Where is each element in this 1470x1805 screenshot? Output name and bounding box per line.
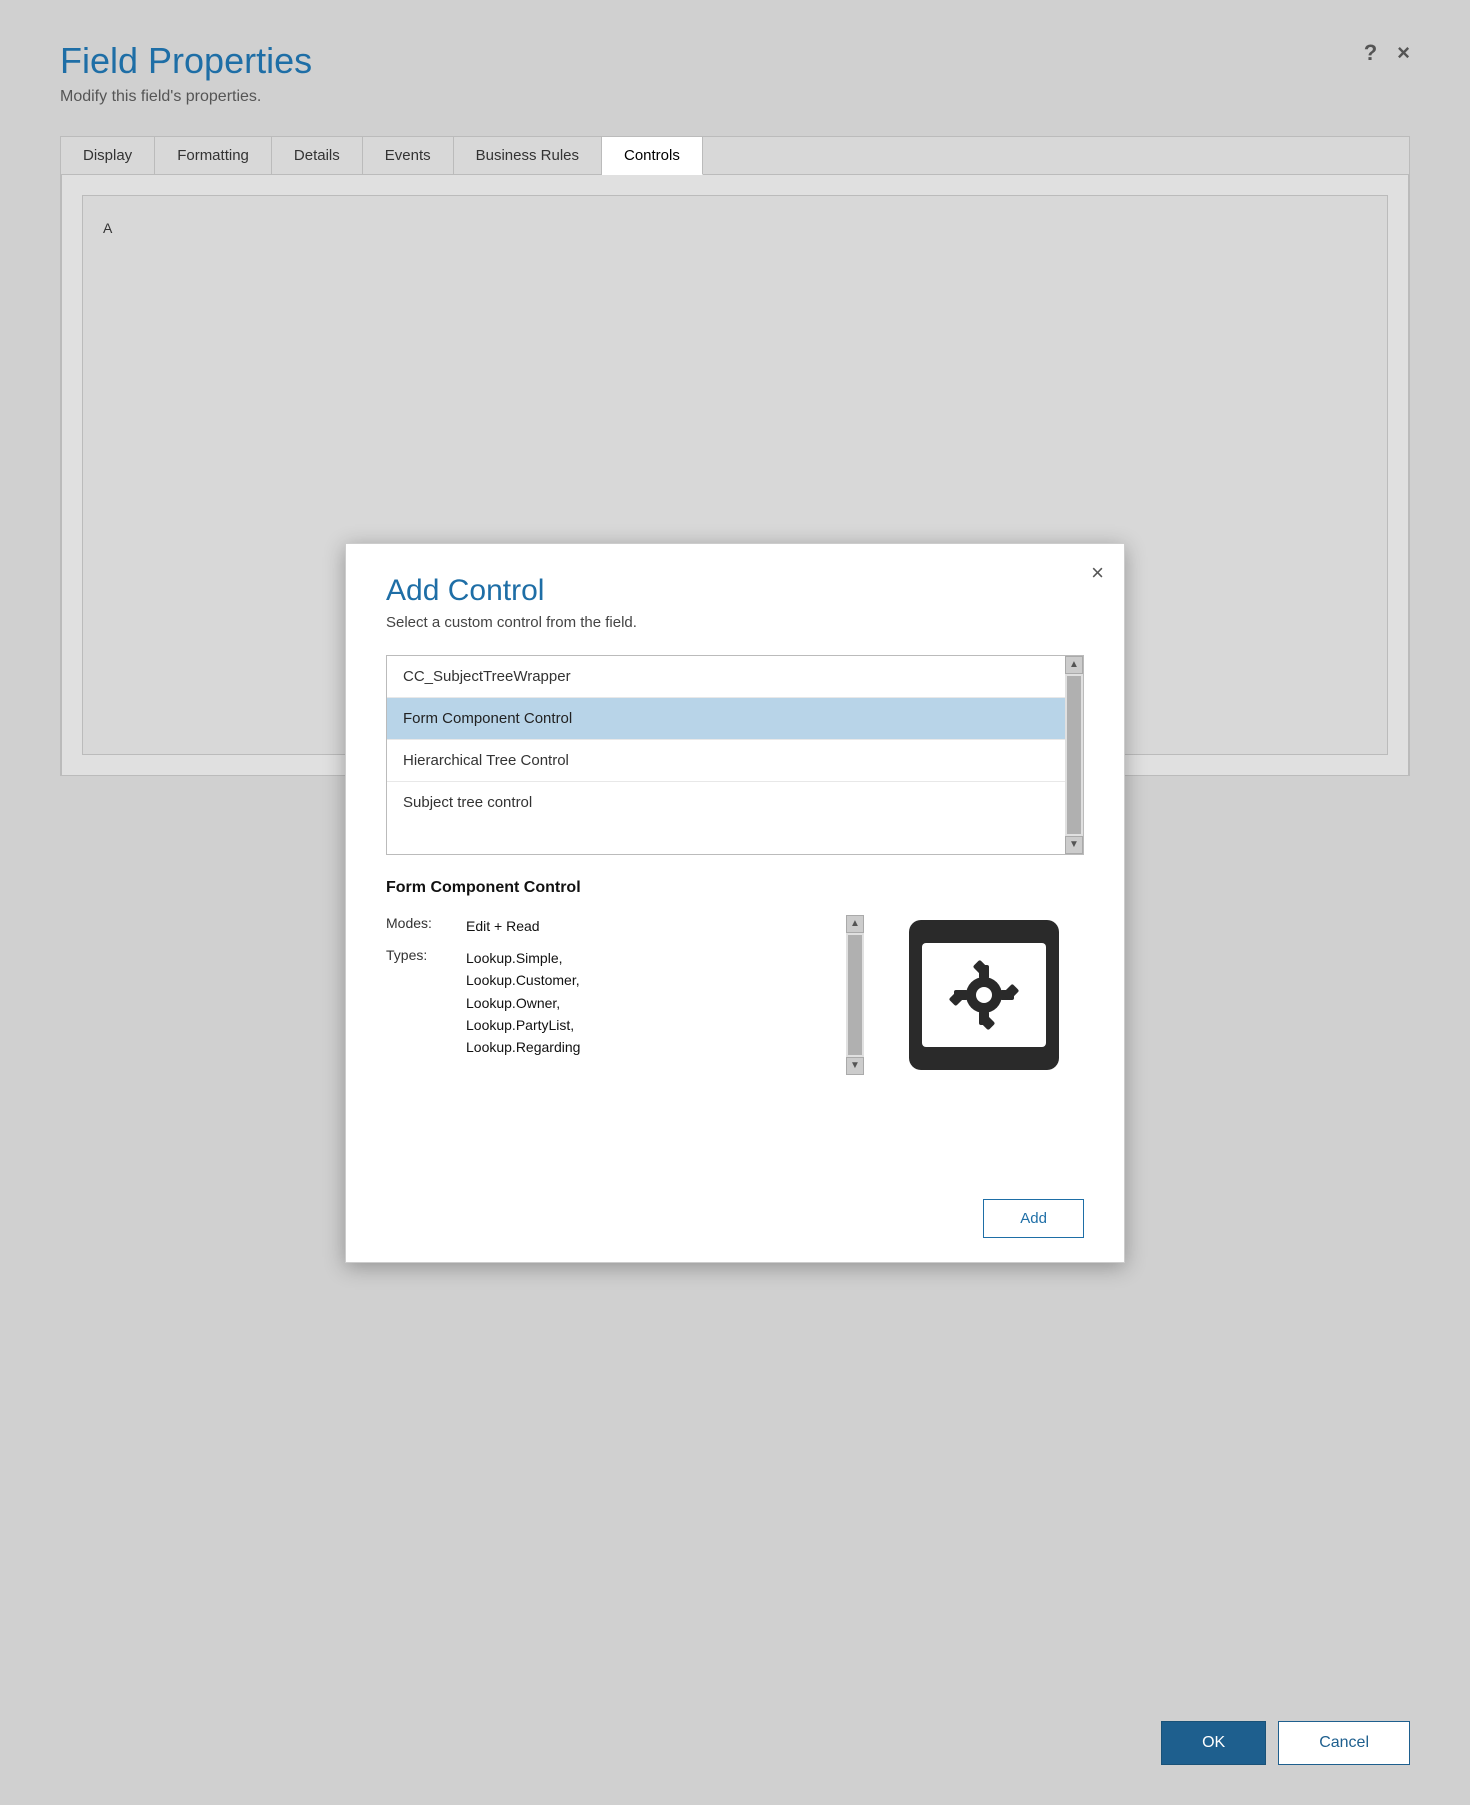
modes-row: Modes: Edit + Read [386, 915, 804, 937]
detail-rows: Modes: Edit + Read Types: Lookup.Simple,… [386, 915, 804, 1059]
types-row: Types: Lookup.Simple,Lookup.Customer,Loo… [386, 947, 804, 1059]
list-scrollbar[interactable]: ▲ ▼ [1065, 656, 1083, 854]
modal-overlay: × Add Control Select a custom control fr… [0, 0, 1470, 1805]
detail-scrollbar[interactable]: ▲ ▼ [846, 915, 864, 1075]
page-container: Field Properties Modify this field's pro… [0, 0, 1470, 1805]
list-item-selected[interactable]: Form Component Control [387, 698, 1083, 740]
modes-label: Modes: [386, 915, 466, 937]
list-item[interactable]: Subject tree control [387, 782, 1083, 823]
detail-scroll-down[interactable]: ▼ [846, 1057, 864, 1075]
modes-value: Edit + Read [466, 915, 540, 937]
types-value: Lookup.Simple,Lookup.Customer,Lookup.Own… [466, 947, 580, 1059]
modal-close-icon[interactable]: × [1091, 562, 1104, 584]
modal-footer: Add [346, 1183, 1124, 1262]
add-button[interactable]: Add [983, 1199, 1084, 1238]
types-label: Types: [386, 947, 466, 1059]
control-icon-area [884, 915, 1084, 1075]
add-control-modal: × Add Control Select a custom control fr… [345, 543, 1125, 1263]
control-detail-body: Modes: Edit + Read Types: Lookup.Simple,… [386, 915, 1084, 1075]
modal-title: Add Control [386, 574, 1084, 608]
selected-control-title: Form Component Control [386, 879, 1084, 897]
list-item[interactable]: CC_SubjectTreeWrapper [387, 656, 1083, 698]
list-item[interactable]: Hierarchical Tree Control [387, 740, 1083, 782]
control-list-container: CC_SubjectTreeWrapper Form Component Con… [386, 655, 1084, 855]
control-detail-info: Modes: Edit + Read Types: Lookup.Simple,… [386, 915, 864, 1075]
scroll-up-arrow[interactable]: ▲ [1065, 656, 1083, 674]
scroll-down-arrow[interactable]: ▼ [1065, 836, 1083, 854]
scroll-thumb [1067, 676, 1081, 834]
modal-body: Add Control Select a custom control from… [346, 544, 1124, 1183]
modal-subtitle: Select a custom control from the field. [386, 614, 1084, 631]
detail-scroll-thumb [848, 935, 862, 1055]
detail-scroll-up[interactable]: ▲ [846, 915, 864, 933]
control-icon-svg [904, 915, 1064, 1075]
control-list: CC_SubjectTreeWrapper Form Component Con… [387, 656, 1083, 854]
